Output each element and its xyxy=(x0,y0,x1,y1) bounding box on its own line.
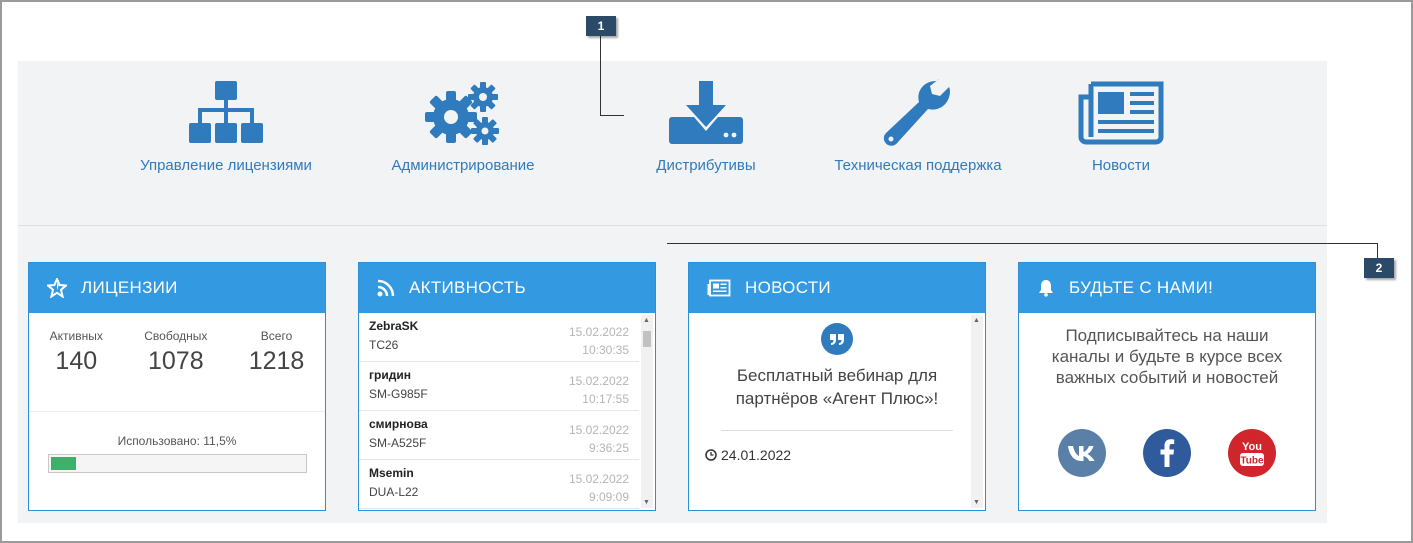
activity-date: 15.02.2022 xyxy=(568,423,629,437)
list-item[interactable]: Msemin DUA-L22 15.02.2022 9:09:09 xyxy=(359,460,639,509)
licenses-title: Лицензии xyxy=(81,278,178,297)
social-card: Будьте с нами! Подписывайтесь на наши ка… xyxy=(1018,262,1316,511)
stat-total-value: 1218 xyxy=(248,347,305,375)
gears-icon xyxy=(425,82,499,145)
activity-list: ZebraSK TC26 15.02.2022 10:30:35 гридин … xyxy=(359,313,639,510)
licenses-card: Лицензии Активных 140 Свободных 1078 Все… xyxy=(28,262,326,511)
activity-datetime: 15.02.2022 9:09:09 xyxy=(569,470,629,506)
callout-1-line xyxy=(600,34,601,116)
social-links: You Tube xyxy=(1019,429,1315,477)
news-title: Новости xyxy=(745,278,831,297)
svg-text:Tube: Tube xyxy=(1241,456,1265,467)
list-item[interactable]: гридин SM-G985F 15.02.2022 10:17:55 xyxy=(359,362,639,411)
vk-icon xyxy=(1067,446,1095,461)
news-card-header: Новости xyxy=(689,263,985,313)
news-date-row: 24.01.2022 xyxy=(705,447,791,463)
stat-active: Активных 140 xyxy=(50,329,103,411)
usage-text: Использовано: 11,5% xyxy=(117,434,237,448)
facebook-link[interactable] xyxy=(1142,429,1191,477)
list-item[interactable]: смирнова SM-A525F 15.02.2022 9:36:25 xyxy=(359,411,639,460)
activity-datetime: 15.02.2022 10:17:55 xyxy=(569,372,629,408)
scroll-thumb[interactable] xyxy=(643,331,651,347)
bell-icon xyxy=(1039,280,1053,297)
news-item[interactable]: Бесплатный вебинар для партнёров «Агент … xyxy=(689,313,985,441)
activity-date: 15.02.2022 xyxy=(568,325,629,339)
news-scrollbar[interactable]: ▲ ▼ xyxy=(971,315,983,508)
facebook-icon xyxy=(1160,439,1175,467)
wrench-icon xyxy=(883,79,950,146)
activity-time: 9:09:09 xyxy=(588,490,629,504)
scroll-down-icon[interactable]: ▼ xyxy=(643,499,650,506)
callout-2-line-v xyxy=(1377,243,1378,259)
nav-licenses-label: Управление лицензиями xyxy=(140,157,312,174)
stat-active-label: Активных xyxy=(49,329,103,343)
news-card: Новости Бесплатный вебинар для партнёров… xyxy=(688,262,986,511)
scroll-down-icon[interactable]: ▼ xyxy=(973,499,980,506)
news-divider xyxy=(721,430,953,431)
nav-bar: Управление лицензиями Администрирование … xyxy=(18,61,1327,226)
activity-card-header: Активность xyxy=(359,263,655,313)
callout-2-badge: 2 xyxy=(1364,258,1394,278)
nav-administration-label: Администрирование xyxy=(391,157,535,174)
sitemap-icon xyxy=(189,81,263,143)
nav-news[interactable]: Новости xyxy=(1021,79,1221,176)
activity-scrollbar[interactable]: ▲ ▼ xyxy=(641,315,653,508)
social-title: Будьте с нами! xyxy=(1069,278,1214,297)
dashboard: Управление лицензиями Администрирование … xyxy=(18,61,1327,523)
callout-2-line xyxy=(667,243,1378,244)
nav-distributions[interactable]: Дистрибутивы xyxy=(606,79,806,176)
stat-total-label: Всего xyxy=(260,329,293,343)
stat-active-value: 140 xyxy=(55,347,98,375)
activity-date: 15.02.2022 xyxy=(568,472,629,486)
newspaper-icon xyxy=(1078,81,1164,145)
rss-icon xyxy=(377,279,395,297)
activity-title: Активность xyxy=(409,278,526,297)
clock-icon xyxy=(705,449,717,461)
stat-total: Всего 1218 xyxy=(249,329,305,411)
callout-1-badge: 1 xyxy=(586,16,616,36)
licenses-card-header: Лицензии xyxy=(29,263,325,313)
activity-time: 10:30:35 xyxy=(582,343,629,357)
nav-support-label: Техническая поддержка xyxy=(834,157,1002,174)
usage-progress-bar xyxy=(47,454,307,473)
activity-datetime: 15.02.2022 9:36:25 xyxy=(569,421,629,457)
social-card-header: Будьте с нами! xyxy=(1019,263,1315,313)
activity-card: Активность ZebraSK TC26 15.02.2022 10:30… xyxy=(358,262,656,511)
activity-time: 9:36:25 xyxy=(588,441,629,455)
quote-icon xyxy=(821,323,853,355)
stat-free: Свободных 1078 xyxy=(144,329,207,411)
stat-free-value: 1078 xyxy=(147,347,204,375)
youtube-link[interactable]: You Tube xyxy=(1228,429,1277,477)
svg-text:You: You xyxy=(1242,441,1262,453)
vk-link[interactable] xyxy=(1057,429,1106,477)
scroll-up-icon[interactable]: ▲ xyxy=(973,317,980,324)
activity-time: 10:17:55 xyxy=(582,392,629,406)
stat-free-label: Свободных xyxy=(144,329,208,343)
download-icon xyxy=(669,81,743,144)
social-text: Подписывайтесь на наши каналы и будьте в… xyxy=(1051,326,1283,387)
news-date: 24.01.2022 xyxy=(721,447,792,463)
scroll-up-icon[interactable]: ▲ xyxy=(643,317,650,324)
star-icon xyxy=(47,278,67,298)
activity-datetime: 15.02.2022 10:30:35 xyxy=(569,323,629,359)
newspaper-icon xyxy=(707,279,731,297)
news-headline[interactable]: Бесплатный вебинар для партнёров «Агент … xyxy=(703,364,971,410)
nav-support[interactable]: Техническая поддержка xyxy=(818,79,1018,176)
license-stats: Активных 140 Свободных 1078 Всего 1218 xyxy=(29,313,325,412)
youtube-icon: You Tube xyxy=(1240,441,1265,467)
nav-administration[interactable]: Администрирование xyxy=(363,79,563,176)
callout-1-line-h xyxy=(600,115,624,116)
nav-news-label: Новости xyxy=(1091,157,1151,174)
list-item[interactable]: ZebraSK TC26 15.02.2022 10:30:35 xyxy=(359,313,639,362)
nav-licenses[interactable]: Управление лицензиями xyxy=(126,79,326,176)
activity-date: 15.02.2022 xyxy=(568,374,629,388)
nav-distributions-label: Дистрибутивы xyxy=(656,157,756,174)
usage-progress-fill xyxy=(50,457,77,470)
